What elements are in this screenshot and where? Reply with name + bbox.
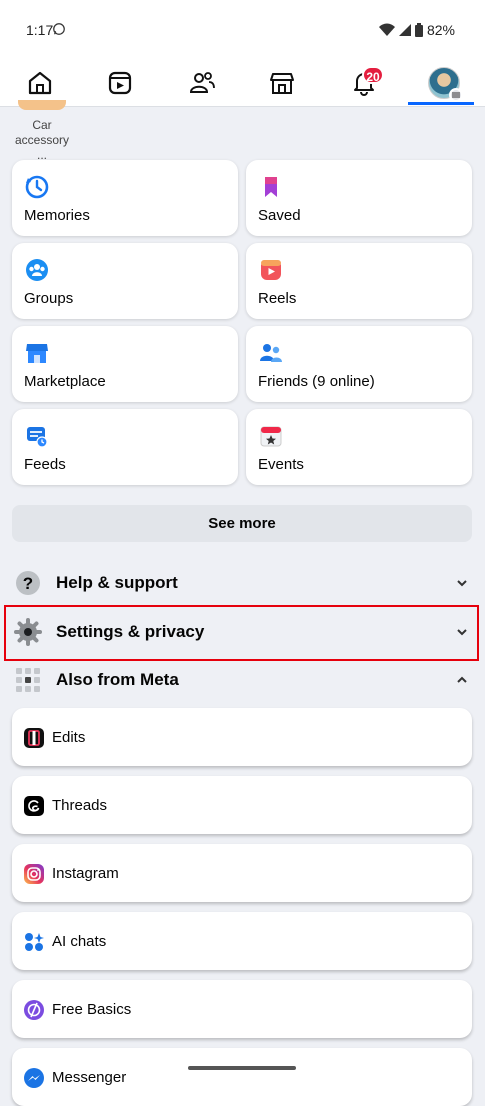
app-label: Edits xyxy=(52,729,86,746)
nav-profile-menu[interactable] xyxy=(414,60,474,106)
card-events[interactable]: Events xyxy=(246,409,472,485)
events-icon xyxy=(260,426,282,447)
threads-icon xyxy=(24,796,44,816)
reels-icon xyxy=(261,260,281,280)
svg-text:?: ? xyxy=(23,574,33,593)
friends-icon xyxy=(189,72,215,93)
ai-chats-icon xyxy=(25,933,44,951)
app-ai-chats[interactable]: AI chats xyxy=(12,912,472,970)
battery-icon xyxy=(414,23,423,37)
card-marketplace[interactable]: Marketplace xyxy=(12,326,238,402)
card-label: Feeds xyxy=(24,456,66,473)
status-time: 1:17 xyxy=(26,22,54,38)
saved-icon xyxy=(265,177,277,197)
battery-percent: 82% xyxy=(426,22,455,38)
card-label: Friends (9 online) xyxy=(258,373,375,390)
signal-icon xyxy=(398,24,411,36)
nav-notifications[interactable]: 20 xyxy=(334,60,394,106)
menu-icon xyxy=(449,88,463,102)
card-label: Marketplace xyxy=(24,373,106,390)
highlight-box xyxy=(4,605,479,661)
edits-icon xyxy=(24,728,44,748)
shortcut-thumbnail xyxy=(18,100,66,110)
wifi-icon xyxy=(378,23,395,36)
grid-icon xyxy=(16,668,40,692)
card-label: Groups xyxy=(24,290,74,307)
video-icon xyxy=(108,71,132,95)
home-icon xyxy=(28,71,52,95)
see-more-button[interactable]: See more xyxy=(12,505,472,542)
groups-icon xyxy=(26,259,48,281)
app-free-basics[interactable]: Free Basics xyxy=(12,980,472,1038)
card-feeds[interactable]: Feeds xyxy=(12,409,238,485)
app-label: Instagram xyxy=(52,865,119,882)
section-label: Also from Meta xyxy=(56,670,179,689)
nav-active-indicator xyxy=(408,102,474,105)
marketplace-icon xyxy=(26,344,48,363)
card-groups[interactable]: Groups xyxy=(12,243,238,319)
app-edits[interactable]: Edits xyxy=(12,708,472,766)
free-basics-icon xyxy=(24,1000,44,1020)
nav-friends[interactable] xyxy=(172,60,232,106)
card-saved[interactable]: Saved xyxy=(246,160,472,236)
memories-icon xyxy=(25,175,49,199)
chevron-up-icon xyxy=(457,676,467,683)
also-from-meta-row[interactable]: Also from Meta xyxy=(0,658,485,702)
card-reels[interactable]: Reels xyxy=(246,243,472,319)
help-icon: ? xyxy=(16,571,40,595)
app-label: Free Basics xyxy=(52,1001,132,1018)
card-label: Saved xyxy=(258,207,301,224)
status-indicators: 82% xyxy=(378,22,455,38)
app-label: Threads xyxy=(52,797,108,814)
friends-icon xyxy=(260,344,282,362)
marketplace-icon xyxy=(270,73,294,94)
shortcut-label: Car accessory ... xyxy=(14,118,70,162)
chevron-down-icon xyxy=(457,580,467,587)
nav-marketplace[interactable] xyxy=(252,60,312,106)
card-memories[interactable]: Memories xyxy=(12,160,238,236)
card-friends[interactable]: Friends (9 online) xyxy=(246,326,472,402)
nav-video[interactable] xyxy=(90,60,150,106)
app-instagram[interactable]: Instagram xyxy=(12,844,472,902)
feeds-icon xyxy=(27,427,48,448)
app-label: Messenger xyxy=(52,1069,127,1086)
notifications-badge: 20 xyxy=(362,66,384,84)
messenger-icon xyxy=(24,1068,44,1088)
home-indicator[interactable] xyxy=(188,1066,296,1070)
shortcut-item[interactable]: Car accessory ... xyxy=(10,100,74,163)
instagram-icon xyxy=(24,864,44,884)
app-messenger[interactable]: Messenger xyxy=(12,1048,472,1106)
whatsapp-icon xyxy=(53,23,65,35)
section-label: Help & support xyxy=(56,573,178,592)
card-label: Reels xyxy=(258,290,297,307)
app-label: AI chats xyxy=(52,933,107,950)
card-label: Events xyxy=(258,456,304,473)
help-support-row[interactable]: ? Help & support xyxy=(0,561,485,605)
app-threads[interactable]: Threads xyxy=(12,776,472,834)
card-label: Memories xyxy=(24,207,90,224)
avatar xyxy=(428,67,463,102)
status-bar: 1:17 82% xyxy=(0,0,485,60)
